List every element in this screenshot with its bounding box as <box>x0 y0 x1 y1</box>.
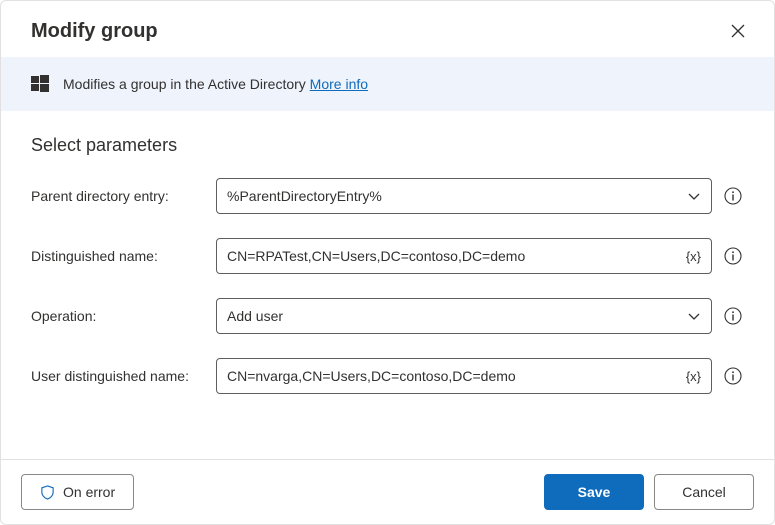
shield-icon <box>40 485 55 500</box>
on-error-label: On error <box>63 484 115 500</box>
save-label: Save <box>578 484 611 500</box>
user-dn-input[interactable]: CN=nvarga,CN=Users,DC=contoso,DC=demo {x… <box>216 358 712 394</box>
label-operation: Operation: <box>31 308 206 324</box>
distinguished-name-input[interactable]: CN=RPATest,CN=Users,DC=contoso,DC=demo {… <box>216 238 712 274</box>
dialog-title: Modify group <box>31 20 158 43</box>
row-parent-directory: Parent directory entry: %ParentDirectory… <box>31 178 744 214</box>
content-area: Select parameters Parent directory entry… <box>1 111 774 459</box>
parent-directory-value: %ParentDirectoryEntry% <box>227 188 687 204</box>
close-button[interactable] <box>726 19 750 43</box>
distinguished-name-value: CN=RPATest,CN=Users,DC=contoso,DC=demo <box>227 248 686 264</box>
chevron-down-icon[interactable] <box>687 309 701 323</box>
user-dn-value: CN=nvarga,CN=Users,DC=contoso,DC=demo <box>227 368 686 384</box>
label-user-dn: User distinguished name: <box>31 368 206 384</box>
row-operation: Operation: Add user <box>31 298 744 334</box>
close-icon <box>730 23 746 39</box>
info-icon-parent[interactable] <box>722 187 744 205</box>
label-parent-directory: Parent directory entry: <box>31 188 206 204</box>
info-icon-dn[interactable] <box>722 247 744 265</box>
cancel-label: Cancel <box>682 484 726 500</box>
more-info-link[interactable]: More info <box>310 76 368 92</box>
row-distinguished-name: Distinguished name: CN=RPATest,CN=Users,… <box>31 238 744 274</box>
info-icon-operation[interactable] <box>722 307 744 325</box>
cancel-button[interactable]: Cancel <box>654 474 754 510</box>
save-button[interactable]: Save <box>544 474 644 510</box>
row-user-distinguished-name: User distinguished name: CN=nvarga,CN=Us… <box>31 358 744 394</box>
on-error-button[interactable]: On error <box>21 474 134 510</box>
operation-value: Add user <box>227 308 687 324</box>
dialog-footer: On error Save Cancel <box>1 459 774 524</box>
banner-description: Modifies a group in the Active Directory <box>63 76 310 92</box>
parent-directory-dropdown[interactable]: %ParentDirectoryEntry% <box>216 178 712 214</box>
banner-text: Modifies a group in the Active Directory… <box>63 76 368 92</box>
info-icon-user-dn[interactable] <box>722 367 744 385</box>
chevron-down-icon[interactable] <box>687 189 701 203</box>
variable-picker-icon[interactable]: {x} <box>686 249 701 264</box>
section-title: Select parameters <box>31 135 744 156</box>
operation-dropdown[interactable]: Add user <box>216 298 712 334</box>
dialog-header: Modify group <box>1 1 774 57</box>
label-distinguished-name: Distinguished name: <box>31 248 206 264</box>
variable-picker-icon[interactable]: {x} <box>686 369 701 384</box>
info-banner: Modifies a group in the Active Directory… <box>1 57 774 111</box>
windows-icon <box>31 75 49 93</box>
